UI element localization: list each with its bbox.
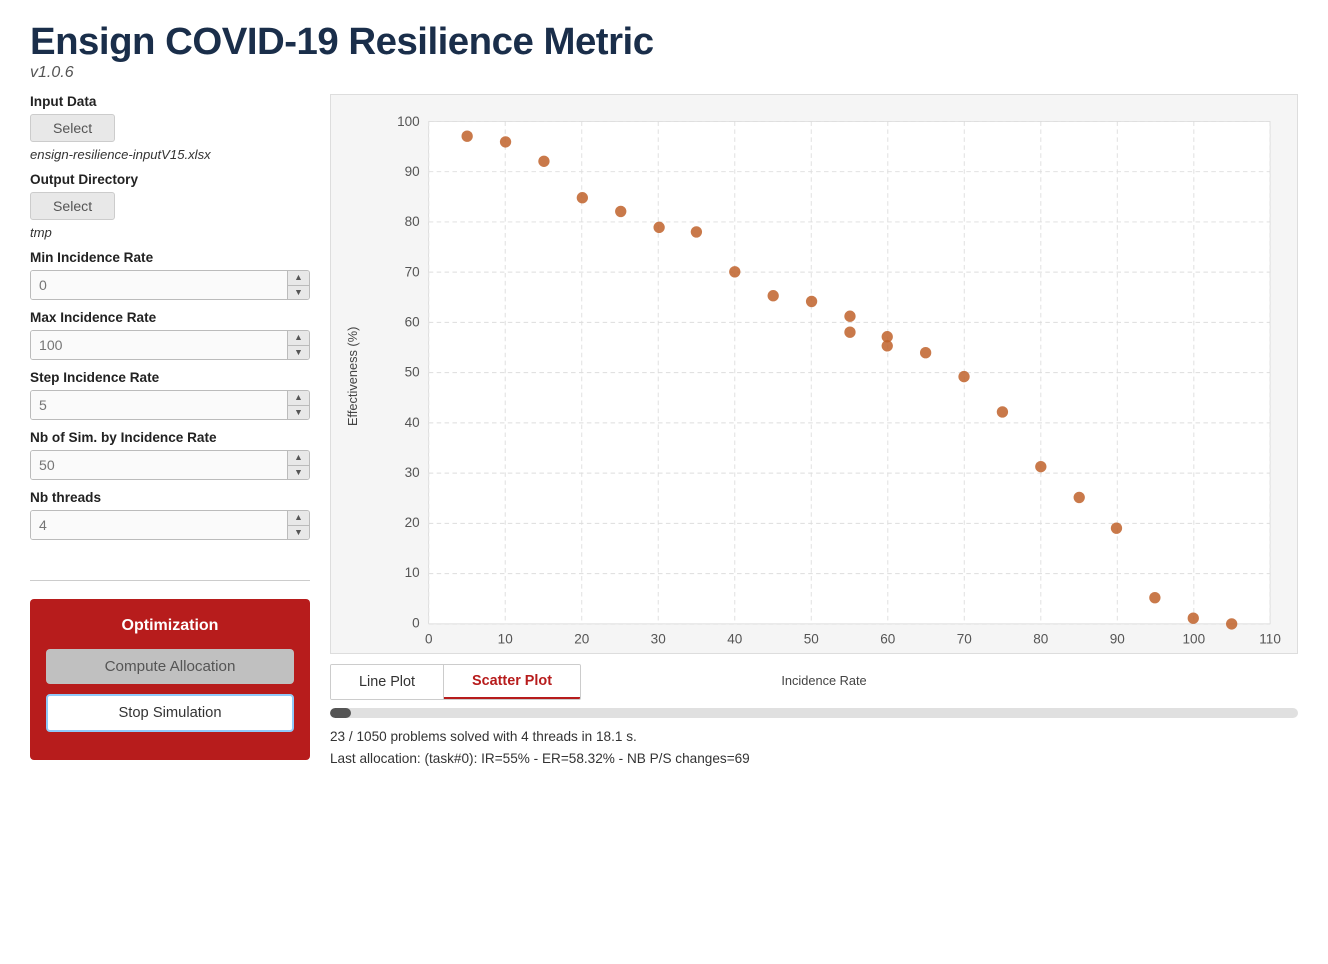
spinner-input-2[interactable] (31, 391, 287, 419)
stop-simulation-button[interactable]: Stop Simulation (46, 694, 294, 732)
spinner-down-3[interactable]: ▼ (288, 466, 309, 480)
spinner-field-0: ▲▼ (30, 270, 310, 300)
compute-allocation-button[interactable]: Compute Allocation (46, 649, 294, 684)
svg-text:0: 0 (412, 615, 420, 630)
svg-text:100: 100 (397, 114, 420, 129)
svg-text:30: 30 (651, 631, 666, 646)
x-axis-label: Incidence Rate (361, 668, 1287, 688)
svg-text:70: 70 (405, 264, 420, 279)
left-panel: Input Data Select ensign-resilience-inpu… (30, 94, 310, 760)
spinner-up-2[interactable]: ▲ (288, 391, 309, 406)
select-input-button[interactable]: Select (30, 114, 115, 142)
svg-text:10: 10 (498, 631, 513, 646)
svg-text:0: 0 (425, 631, 433, 646)
svg-text:40: 40 (727, 631, 742, 646)
field-label-1: Max Incidence Rate (30, 310, 310, 325)
svg-text:50: 50 (405, 365, 420, 380)
svg-text:110: 110 (1259, 631, 1281, 646)
chart-container: Effectiveness (%) (330, 94, 1298, 654)
spinner-down-1[interactable]: ▼ (288, 346, 309, 360)
app-title: Ensign COVID-19 Resilience Metric (30, 20, 1298, 64)
spinner-up-3[interactable]: ▲ (288, 451, 309, 466)
progress-bar (330, 708, 1298, 718)
spinner-field-3: ▲▼ (30, 450, 310, 480)
svg-text:50: 50 (804, 631, 819, 646)
chart-svg-wrap: 100 90 80 70 60 50 40 30 20 10 0 (361, 110, 1287, 668)
svg-text:60: 60 (405, 314, 420, 329)
spinner-up-4[interactable]: ▲ (288, 511, 309, 526)
svg-text:80: 80 (1033, 631, 1048, 646)
field-label-3: Nb of Sim. by Incidence Rate (30, 430, 310, 445)
y-axis-label: Effectiveness (%) (341, 110, 361, 643)
svg-text:80: 80 (405, 214, 420, 229)
status-line2: Last allocation: (task#0): IR=55% - ER=5… (330, 748, 1298, 770)
svg-text:90: 90 (405, 164, 420, 179)
svg-text:90: 90 (1110, 631, 1125, 646)
spinner-input-4[interactable] (31, 511, 287, 539)
fields-container: Min Incidence Rate▲▼Max Incidence Rate▲▼… (30, 250, 310, 540)
status-line1: 23 / 1050 problems solved with 4 threads… (330, 726, 1298, 748)
svg-text:10: 10 (405, 565, 420, 580)
svg-text:30: 30 (405, 465, 420, 480)
svg-text:20: 20 (574, 631, 589, 646)
spinner-down-4[interactable]: ▼ (288, 526, 309, 540)
right-panel: Effectiveness (%) (330, 94, 1298, 770)
progress-bar-fill (330, 708, 351, 718)
spinner-field-4: ▲▼ (30, 510, 310, 540)
status-text: 23 / 1050 problems solved with 4 threads… (330, 726, 1298, 770)
output-dir-label: Output Directory (30, 172, 310, 187)
output-dir-value: tmp (30, 225, 310, 240)
spinner-input-3[interactable] (31, 451, 287, 479)
optimization-title: Optimization (46, 617, 294, 635)
optimization-panel: Optimization Compute Allocation Stop Sim… (30, 599, 310, 760)
spinner-up-1[interactable]: ▲ (288, 331, 309, 346)
spinner-input-1[interactable] (31, 331, 287, 359)
spinner-field-1: ▲▼ (30, 330, 310, 360)
chart-plot-area: 100 90 80 70 60 50 40 30 20 10 0 (361, 110, 1287, 643)
select-output-button[interactable]: Select (30, 192, 115, 220)
spinner-up-0[interactable]: ▲ (288, 271, 309, 286)
svg-text:40: 40 (405, 415, 420, 430)
svg-text:20: 20 (405, 515, 420, 530)
spinner-down-0[interactable]: ▼ (288, 286, 309, 300)
svg-text:60: 60 (880, 631, 895, 646)
spinner-input-0[interactable] (31, 271, 287, 299)
svg-text:70: 70 (957, 631, 972, 646)
field-label-4: Nb threads (30, 490, 310, 505)
input-file-label: ensign-resilience-inputV15.xlsx (30, 147, 310, 162)
controls-area: Input Data Select ensign-resilience-inpu… (30, 94, 310, 570)
app-version: v1.0.6 (30, 64, 1298, 82)
spinner-field-2: ▲▼ (30, 390, 310, 420)
svg-text:100: 100 (1183, 631, 1206, 646)
scatter-chart: 100 90 80 70 60 50 40 30 20 10 0 (361, 110, 1287, 668)
field-label-2: Step Incidence Rate (30, 370, 310, 385)
spinner-down-2[interactable]: ▼ (288, 406, 309, 420)
input-data-label: Input Data (30, 94, 310, 109)
field-label-0: Min Incidence Rate (30, 250, 310, 265)
